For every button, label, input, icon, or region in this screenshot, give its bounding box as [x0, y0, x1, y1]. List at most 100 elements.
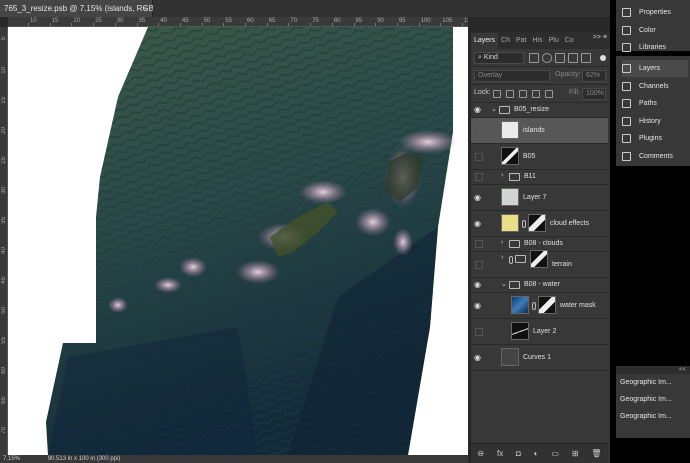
adjustment-icon[interactable]: ◐: [534, 449, 539, 458]
fill-field[interactable]: 100%: [582, 88, 606, 100]
trash-icon[interactable]: 🗑: [591, 449, 601, 458]
eye-icon[interactable]: ◉: [474, 301, 484, 310]
eye-icon[interactable]: ◉: [474, 106, 484, 114]
layer-mask-thumbnail[interactable]: [538, 296, 556, 314]
link-icon[interactable]: [522, 220, 526, 228]
chevron-right-icon[interactable]: ›: [501, 239, 503, 246]
canvas[interactable]: [8, 27, 468, 455]
mask-add-icon[interactable]: ◘: [516, 449, 521, 458]
layer-thumbnail[interactable]: [511, 296, 529, 314]
layer-row[interactable]: islands: [471, 118, 608, 144]
layer-thumbnail[interactable]: [501, 121, 519, 139]
tab-plu[interactable]: Plu: [546, 33, 562, 49]
panel-tabs: Layers Ch Pat His Plu Co >> ≡: [471, 31, 610, 49]
chevron-right-icon[interactable]: ›: [501, 254, 503, 261]
link-icon[interactable]: [509, 256, 513, 264]
eye-hidden-icon[interactable]: [475, 173, 483, 181]
filter-pixel-icon[interactable]: [529, 53, 539, 63]
close-icon[interactable]: ×: [142, 0, 147, 17]
fx-icon[interactable]: fx: [497, 449, 503, 458]
dock-item-plugins[interactable]: Plugins: [622, 130, 688, 147]
layer-name[interactable]: B05_resize: [514, 105, 549, 115]
filter-smart-icon[interactable]: [581, 53, 591, 63]
layer-row[interactable]: ◉ Curves 1: [471, 345, 608, 371]
dock-item-color[interactable]: Color: [622, 22, 688, 39]
layer-name[interactable]: cloud effects: [550, 219, 589, 229]
dock-item-libraries[interactable]: Libraries: [622, 39, 688, 56]
tab-his[interactable]: His: [529, 33, 545, 49]
geo-panel-header[interactable]: <<: [616, 366, 690, 374]
zoom-level[interactable]: 7.15%: [3, 456, 20, 462]
filter-adjustment-icon[interactable]: [542, 53, 552, 63]
lock-transparent-icon[interactable]: [493, 90, 501, 98]
dock-item-channels[interactable]: Channels: [622, 78, 688, 95]
layer-group-row[interactable]: ◉ ⌄ B08 - water: [471, 278, 608, 293]
tab-layers[interactable]: Layers: [471, 33, 499, 49]
chevron-right-icon[interactable]: ›: [501, 172, 503, 179]
layer-name[interactable]: B05: [523, 152, 535, 162]
lock-pixels-icon[interactable]: [506, 90, 514, 98]
layer-group-row[interactable]: › terrain: [471, 250, 608, 278]
eye-icon[interactable]: ◉: [474, 193, 484, 202]
dock-item-paths[interactable]: Paths: [622, 95, 688, 112]
layer-row[interactable]: Layer 2: [471, 319, 608, 345]
layer-name[interactable]: islands: [523, 126, 545, 136]
geographic-panel-item[interactable]: Geographic Im...: [616, 391, 690, 408]
eye-hidden-icon[interactable]: [475, 260, 483, 269]
layer-row[interactable]: ◉ cloud effects: [471, 211, 608, 237]
eye-hidden-icon[interactable]: [475, 240, 483, 248]
layer-mask-thumbnail[interactable]: [530, 250, 548, 268]
layer-name[interactable]: water mask: [560, 301, 596, 311]
dock-item-history[interactable]: History: [622, 113, 688, 130]
layer-thumbnail[interactable]: [501, 214, 519, 232]
filter-kind-select[interactable]: ⌕ Kind: [474, 52, 524, 64]
eye-icon[interactable]: ◉: [474, 281, 484, 289]
layer-thumbnail[interactable]: [501, 147, 519, 165]
filter-type-icon[interactable]: [555, 53, 565, 63]
layer-group-row[interactable]: ◉ ⌄ B05_resize: [471, 103, 608, 118]
layer-name[interactable]: terrain: [552, 260, 572, 270]
layer-group-row[interactable]: › B11: [471, 170, 608, 185]
eye-icon[interactable]: ◉: [474, 353, 484, 362]
eye-hidden-icon[interactable]: [475, 152, 483, 161]
layer-name[interactable]: B08 - clouds: [524, 239, 563, 249]
layer-mask-thumbnail[interactable]: [528, 214, 546, 232]
layer-thumbnail[interactable]: [501, 348, 519, 366]
geographic-panel-item[interactable]: Geographic Im...: [616, 408, 690, 425]
layer-thumbnail[interactable]: [511, 322, 529, 340]
layer-name[interactable]: B08 - water: [524, 280, 560, 290]
blend-mode-select[interactable]: Overlay: [474, 70, 550, 82]
link-icon[interactable]: [532, 302, 536, 310]
layer-new-icon[interactable]: ⊞: [572, 449, 579, 458]
chevron-down-icon[interactable]: ⌄: [491, 105, 497, 113]
layer-row[interactable]: ◉ Layer 7: [471, 185, 608, 211]
layer-row[interactable]: B05: [471, 144, 608, 170]
filter-toggle[interactable]: [600, 55, 606, 61]
eye-hidden-icon[interactable]: [475, 126, 483, 135]
lock-all-icon[interactable]: [545, 90, 553, 98]
eye-icon[interactable]: ◉: [474, 219, 484, 228]
dock-item-layers[interactable]: Layers: [622, 60, 688, 77]
panel-menu-icon[interactable]: >> ≡: [593, 34, 607, 41]
document-tab[interactable]: 765_3_resize.psb @ 7.15% (islands, RGB/1…: [0, 0, 173, 17]
folder-new-icon[interactable]: ▭: [551, 449, 559, 458]
dock-item-comments[interactable]: Comments: [622, 148, 688, 165]
layer-name[interactable]: B11: [524, 172, 536, 182]
opacity-field[interactable]: 62%: [582, 70, 606, 82]
chevron-down-icon[interactable]: ⌄: [501, 280, 507, 288]
layer-name[interactable]: Layer 7: [523, 193, 546, 203]
eye-hidden-icon[interactable]: [475, 327, 483, 336]
lock-artboard-icon[interactable]: [532, 90, 540, 98]
layer-thumbnail[interactable]: [501, 188, 519, 206]
dock-item-properties[interactable]: Properties: [622, 4, 688, 21]
layer-row[interactable]: ◉ water mask: [471, 293, 608, 319]
link-icon[interactable]: ⊖: [477, 449, 484, 458]
lock-position-icon[interactable]: [519, 90, 527, 98]
tab-co[interactable]: Co: [562, 33, 577, 49]
layer-name[interactable]: Curves 1: [523, 353, 551, 363]
geographic-panel-item[interactable]: Geographic Im...: [616, 374, 690, 391]
layer-name[interactable]: Layer 2: [533, 327, 556, 337]
tab-ch[interactable]: Ch: [498, 33, 513, 49]
tab-pat[interactable]: Pat: [513, 33, 530, 49]
filter-shape-icon[interactable]: [568, 53, 578, 63]
